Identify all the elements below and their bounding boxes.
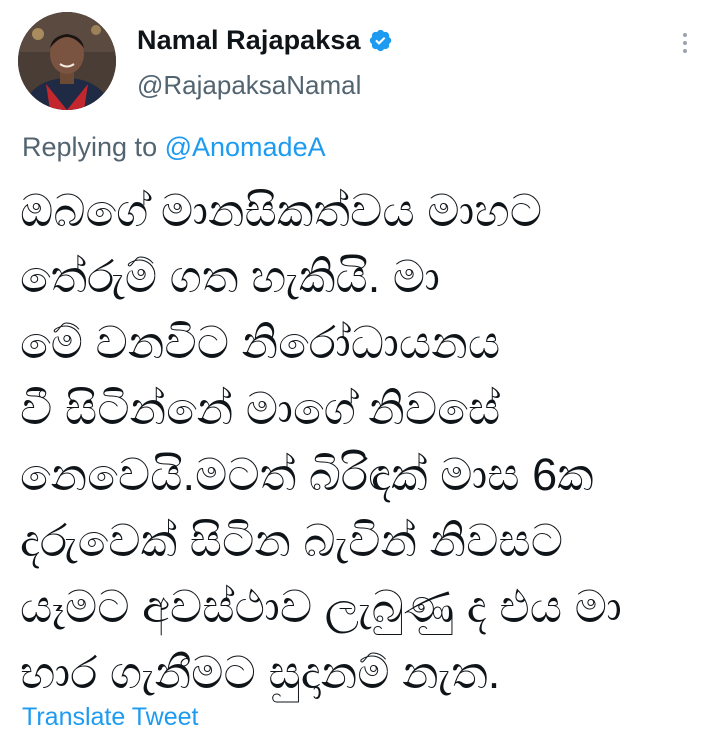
tweet-text-line: දරුවෙක් සිටින බැවින් නිවසට <box>20 515 564 566</box>
tweet-text-line: නෙවෙයි.මටත් බිරිඳක් මාස 6ක <box>20 449 594 500</box>
reply-mention-link[interactable]: @AnomadeA <box>165 132 326 162</box>
author-display-name[interactable]: Namal Rajapaksa <box>137 25 361 56</box>
replying-to-label: Replying to <box>22 132 165 162</box>
tweet: Namal Rajapaksa @RajapaksaNamal Replying… <box>0 0 719 748</box>
verified-badge-icon <box>368 28 393 53</box>
tweet-text-line: ඔබගේ මානසිකත්වය මාහට <box>20 185 543 236</box>
tweet-text-line: තේරුම් ගත හැකියි. මා <box>20 251 440 302</box>
tweet-text-line: මේ වනවිට නිරෝධායනය <box>20 317 501 368</box>
avatar-image <box>18 12 116 110</box>
tweet-text-line: භාර ගැනීමට සුදානම් නැත. <box>20 647 501 698</box>
author-name-row: Namal Rajapaksa <box>137 25 393 56</box>
tweet-text-line: වී සිටින්නේ මාගේ නිවසේ <box>20 383 501 434</box>
author-handle[interactable]: @RajapaksaNamal <box>137 70 361 101</box>
replying-to: Replying to @AnomadeA <box>22 132 326 163</box>
avatar[interactable] <box>18 12 116 110</box>
more-options-icon[interactable] <box>672 28 698 58</box>
tweet-text-line: යෑමට අවස්ථාව ලැබුණු ද එය මා <box>20 581 622 632</box>
translate-tweet-link[interactable]: Translate Tweet <box>22 703 198 732</box>
tweet-text: ඔබගේ මානසිකත්වය මාහට තේරුම් ගත හැකියි. ම… <box>20 178 700 706</box>
